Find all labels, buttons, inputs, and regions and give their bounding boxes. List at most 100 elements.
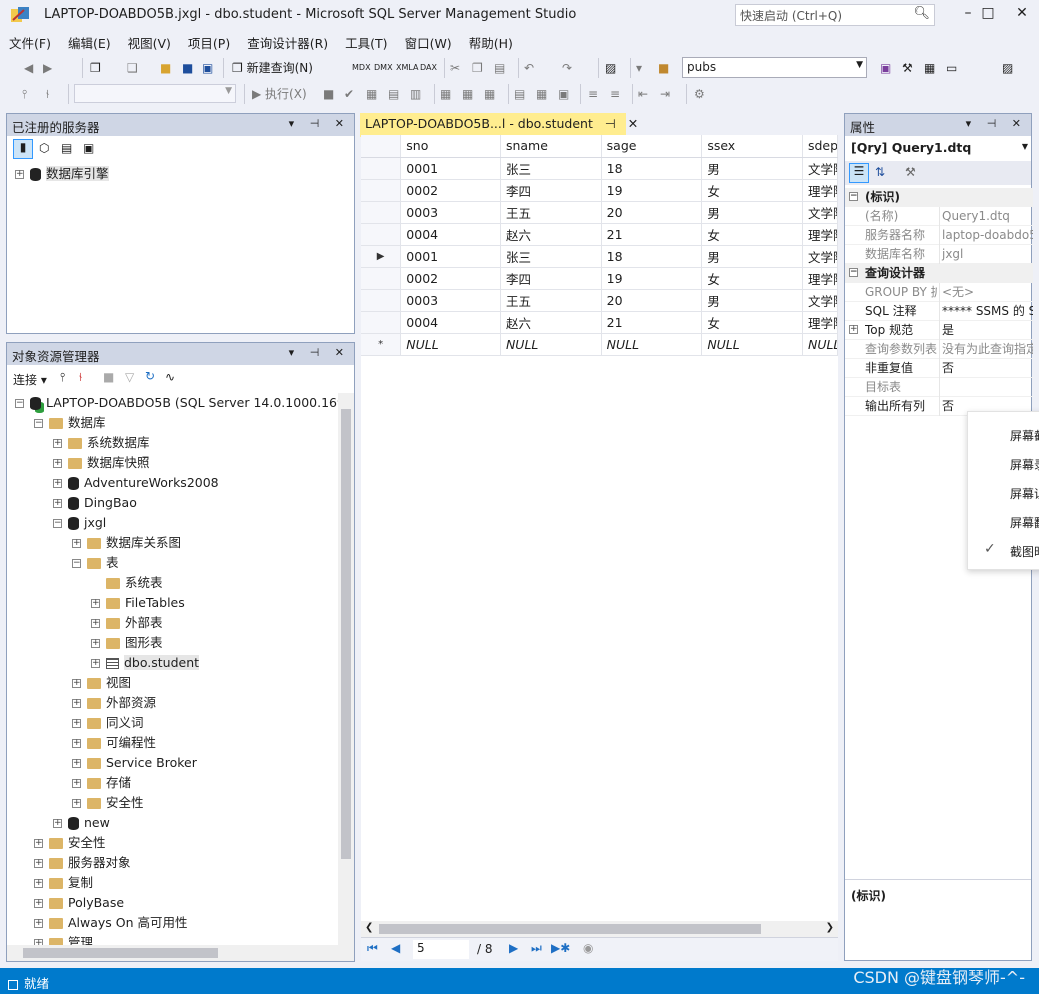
cut-icon[interactable]: ✂ xyxy=(450,59,460,77)
menu-item-1[interactable]: 编辑(E) xyxy=(59,31,119,54)
maximize-button[interactable]: □ xyxy=(970,0,1006,28)
row-selector[interactable] xyxy=(361,201,402,224)
back-icon[interactable]: ◀ xyxy=(24,59,33,77)
property-value[interactable]: ***** SSMS 的 Se xyxy=(939,302,1033,321)
undo-icon[interactable]: ↶ xyxy=(524,59,534,77)
new-project-icon[interactable]: ❐ xyxy=(90,59,101,77)
row-selector[interactable] xyxy=(361,223,402,246)
panel-window-buttons[interactable]: ▾ ⊣ ✕ xyxy=(966,117,1027,130)
refresh-icon[interactable]: ↻ xyxy=(145,369,155,383)
scrollbar-thumb[interactable] xyxy=(341,409,351,859)
menu-item-0[interactable]: 文件(F) xyxy=(0,31,59,54)
collapse-icon[interactable]: − xyxy=(849,268,858,277)
live-stats-icon[interactable]: ▦ xyxy=(462,85,473,103)
tree-node[interactable]: + 安全性 xyxy=(72,793,144,813)
menu-item-2[interactable]: 视图(V) xyxy=(119,31,179,54)
row-selector[interactable] xyxy=(361,267,402,290)
analysis-services-icon[interactable]: ⬡ xyxy=(39,141,49,155)
query-designer-icon[interactable]: ▤ xyxy=(388,85,399,103)
tree-node[interactable]: + Always On 高可用性 xyxy=(34,913,188,933)
table-row[interactable]: 0003王五20男文学院 xyxy=(361,201,839,224)
context-menu-item[interactable]: 屏幕截图 xyxy=(1010,427,1039,444)
expand-icon[interactable]: + xyxy=(53,499,62,508)
property-category[interactable]: − (标识) xyxy=(845,188,1033,207)
cell-sage[interactable]: 18 xyxy=(601,245,703,268)
reporting-services-icon[interactable]: ▤ xyxy=(61,141,72,155)
panel-window-buttons[interactable]: ▾ ⊣ ✕ xyxy=(289,346,350,359)
context-menu-item[interactable]: 截图时 xyxy=(1010,543,1039,560)
tree-node[interactable]: + 外部资源 xyxy=(72,693,156,713)
tree-node[interactable]: + FileTables xyxy=(91,593,185,613)
cell-sno[interactable]: 0002 xyxy=(400,179,501,202)
terminal-icon[interactable]: ▭ xyxy=(946,59,957,77)
wrench-icon[interactable]: ⚒ xyxy=(902,59,913,77)
include-plan-icon[interactable]: ▦ xyxy=(440,85,451,103)
last-record-icon[interactable]: ⏭ xyxy=(531,941,542,956)
tree-node[interactable]: + new xyxy=(53,813,110,833)
column-header-sno[interactable]: sno xyxy=(400,135,501,158)
cell-sno[interactable]: 0002 xyxy=(400,267,501,290)
cell-sno[interactable]: NULL xyxy=(400,333,501,356)
tree-node[interactable]: + 同义词 xyxy=(72,713,144,733)
parse-icon[interactable]: ✔ xyxy=(344,85,354,103)
table-row[interactable]: ▶0001张三18男文学院 xyxy=(361,245,839,268)
copy-icon[interactable]: ❐ xyxy=(472,59,483,77)
context-menu-item[interactable]: 屏幕录制 xyxy=(1010,456,1039,473)
redo-icon[interactable]: ↷ xyxy=(562,59,572,77)
object-explorer-icon[interactable]: ▣ xyxy=(880,59,891,77)
property-value[interactable]: laptop-doabdo5b xyxy=(939,226,1033,245)
cell-sage[interactable]: 20 xyxy=(601,289,703,312)
tree-node[interactable]: + 视图 xyxy=(72,673,131,693)
categorized-icon[interactable]: ☰ xyxy=(849,163,869,183)
menu-item-7[interactable]: 帮助(H) xyxy=(460,31,521,54)
cell-ssex[interactable]: 女 xyxy=(701,311,803,334)
new-record-icon[interactable]: ▶✱ xyxy=(551,941,570,955)
table-row[interactable]: 0004赵六21女理学院 xyxy=(361,223,839,246)
results-file-icon[interactable]: ▣ xyxy=(558,85,569,103)
cell-sage[interactable]: 20 xyxy=(601,201,703,224)
save-all-icon[interactable]: ▣ xyxy=(202,59,213,77)
tree-node[interactable]: − 数据库 xyxy=(34,413,106,433)
current-row-marker[interactable]: ▶ xyxy=(361,245,402,268)
registered-server-node[interactable]: + 数据库引擎 xyxy=(15,164,109,184)
collapse-icon[interactable]: − xyxy=(53,519,62,528)
save-icon[interactable]: ■ xyxy=(182,59,193,77)
property-row[interactable]: 目标表 xyxy=(845,378,1033,397)
disconnect-plug-icon[interactable]: ⫮ xyxy=(79,370,82,385)
expand-icon[interactable]: + xyxy=(53,459,62,468)
document-tab-dbo-student[interactable]: LAPTOP-DOABDO5B...l - dbo.student ⊣ ✕ xyxy=(360,113,638,135)
grid-horizontal-scrollbar[interactable]: ❮ ❯ xyxy=(361,921,838,937)
cell-sage[interactable]: NULL xyxy=(601,333,703,356)
property-category[interactable]: − 查询设计器 xyxy=(845,264,1033,283)
cell-sno[interactable]: 0003 xyxy=(400,201,501,224)
tree-node[interactable]: + 复制 xyxy=(34,873,93,893)
tree-node[interactable]: + 系统数据库 xyxy=(53,433,150,453)
scrollbar-thumb[interactable] xyxy=(23,948,218,958)
property-row[interactable]: 数据库名称 jxgl xyxy=(845,245,1033,264)
property-row[interactable]: SQL 注释 ***** SSMS 的 Se xyxy=(845,302,1033,321)
property-row[interactable]: 服务器名称 laptop-doabdo5b xyxy=(845,226,1033,245)
expand-icon[interactable]: + xyxy=(91,639,100,648)
cell-sname[interactable]: 王五 xyxy=(500,289,602,312)
new-row-marker[interactable]: * xyxy=(361,333,402,356)
cell-sage[interactable]: 21 xyxy=(601,223,703,246)
row-selector[interactable] xyxy=(361,179,402,202)
expand-icon[interactable]: + xyxy=(34,859,43,868)
expand-icon[interactable]: + xyxy=(53,439,62,448)
mdx-query-icon[interactable]: MDX xyxy=(352,59,371,77)
stop-icon[interactable]: ■ xyxy=(103,370,114,384)
cell-sage[interactable]: 21 xyxy=(601,311,703,334)
dax-query-icon[interactable]: DAX xyxy=(420,59,437,77)
tree-node[interactable]: + dbo.student xyxy=(91,653,200,673)
increase-indent-icon[interactable]: ⇥ xyxy=(660,85,670,103)
table-row[interactable]: 0002李四19女理学院 xyxy=(361,179,839,202)
column-header-ssex[interactable]: ssex xyxy=(701,135,803,158)
forward-icon[interactable]: ▶ xyxy=(43,59,52,77)
cell-sage[interactable]: 19 xyxy=(601,179,703,202)
cell-ssex[interactable]: 女 xyxy=(701,267,803,290)
property-value[interactable]: 没有为此查询指定 xyxy=(939,340,1033,359)
table-row[interactable]: 0003王五20男文学院 xyxy=(361,289,839,312)
property-pages-icon[interactable]: ⚒ xyxy=(905,165,916,179)
expand-icon[interactable]: + xyxy=(72,699,81,708)
tree-node[interactable]: + 外部表 xyxy=(91,613,163,633)
